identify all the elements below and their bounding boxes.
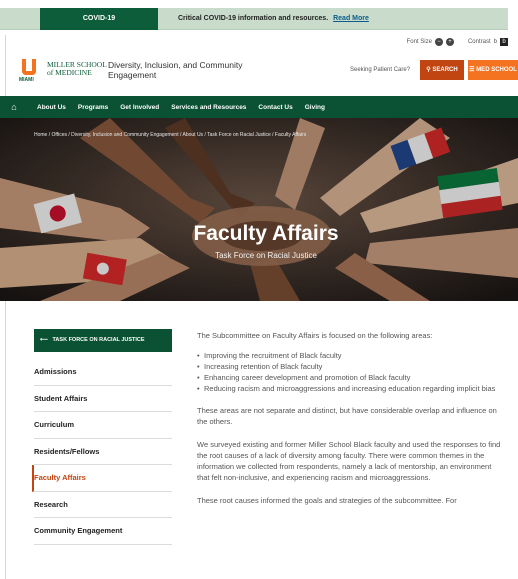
- med-school-label: MED SCHOOL: [476, 67, 517, 73]
- contrast-light-icon[interactable]: b: [494, 39, 497, 45]
- survey-paragraph: We surveyed existing and former Miller S…: [197, 440, 501, 482]
- intro-paragraph: The Subcommittee on Faculty Affairs is f…: [197, 331, 433, 340]
- search-icon: ⚲: [426, 67, 431, 73]
- page-title: Faculty Affairs: [193, 222, 339, 245]
- nav-item-programs[interactable]: Programs: [78, 104, 108, 111]
- logo-line2: of MEDICINE: [47, 68, 92, 77]
- font-increase-icon[interactable]: +: [445, 38, 454, 46]
- sidebar-item-research[interactable]: Research: [34, 492, 172, 518]
- nav-item-giving[interactable]: Giving: [305, 104, 325, 111]
- site-name-line2: Engagement: [108, 70, 157, 80]
- list-item: Enhancing career development and promoti…: [197, 372, 502, 383]
- home-icon[interactable]: ⌂: [3, 96, 25, 118]
- hero-banner: Home / Offices / Diversity, Inclusion an…: [0, 118, 518, 301]
- hands-flags-image: [0, 118, 518, 301]
- overlap-paragraph: These areas are not separate and distinc…: [197, 406, 497, 426]
- sidebar-item-residents-fellows[interactable]: Residents/Fellows: [34, 439, 172, 465]
- alert-banner: COVID-19 Critical COVID-19 information a…: [0, 8, 508, 30]
- nav-item-contact-us[interactable]: Contact Us: [258, 104, 292, 111]
- contrast-label: Contrast: [467, 39, 491, 45]
- main-nav: ⌂ About Us Programs Get Involved Service…: [0, 96, 518, 118]
- sidebar-header-label: TASK FORCE ON RACIAL JUSTICE: [52, 337, 145, 343]
- page-subtitle: Task Force on Racial Justice: [215, 251, 317, 260]
- sidebar-item-community-engagement[interactable]: Community Engagement: [34, 518, 172, 545]
- focus-areas-list: Improving the recruitment of Black facul…: [197, 350, 502, 394]
- site-name-line1: Diversity, Inclusion, and Community: [108, 60, 243, 70]
- font-decrease-icon[interactable]: −: [434, 38, 443, 46]
- font-size-label: Font Size: [406, 39, 432, 45]
- um-logo-icon[interactable]: [22, 59, 36, 75]
- list-item: Improving the recruitment of Black facul…: [197, 350, 502, 361]
- breadcrumb[interactable]: Home / Offices / Diversity, Inclusion an…: [34, 132, 306, 138]
- logo-miami-text: MIAMI: [19, 77, 34, 83]
- miller-school-logo[interactable]: MILLER SCHOOL of MEDICINE: [47, 61, 107, 77]
- alert-text: Critical COVID-19 information and resour…: [178, 15, 329, 22]
- sidebar-item-student-affairs[interactable]: Student Affairs: [34, 386, 172, 412]
- root-causes-paragraph: These root causes informed the goals and…: [197, 496, 457, 505]
- utility-bar: Font Size − + Contrast b b: [407, 38, 508, 46]
- menu-icon: ☰: [469, 67, 475, 73]
- sidebar-item-faculty-affairs[interactable]: Faculty Affairs: [32, 465, 172, 492]
- search-label: SEARCH: [432, 67, 458, 73]
- list-item: Reducing racism and microaggressions and…: [197, 383, 502, 394]
- arrow-left-icon: ⟵: [40, 337, 51, 343]
- nav-item-services-resources[interactable]: Services and Resources: [171, 104, 246, 111]
- branding-bar: MIAMI MILLER SCHOOL of MEDICINE Diversit…: [6, 55, 518, 91]
- sidebar: ⟵ TASK FORCE ON RACIAL JUSTICE Admission…: [32, 329, 172, 545]
- site-name[interactable]: Diversity, Inclusion, and Community Enga…: [108, 60, 268, 80]
- seeking-care-link[interactable]: Seeking Patient Care?: [350, 67, 410, 73]
- alert-bar: COVID-19 Critical COVID-19 information a…: [0, 0, 518, 35]
- sidebar-item-curriculum[interactable]: Curriculum: [34, 412, 172, 439]
- contrast-dark-icon[interactable]: b: [500, 38, 508, 46]
- covid-tag: COVID-19: [40, 8, 158, 30]
- sidebar-back-button[interactable]: ⟵ TASK FORCE ON RACIAL JUSTICE: [34, 329, 172, 352]
- nav-item-get-involved[interactable]: Get Involved: [120, 104, 159, 111]
- main-content: The Subcommittee on Faculty Affairs is f…: [197, 330, 502, 518]
- sidebar-item-admissions[interactable]: Admissions: [34, 359, 172, 386]
- med-school-button[interactable]: ☰ MED SCHOOL: [468, 60, 518, 80]
- list-item: Increasing retention of Black faculty: [197, 361, 502, 372]
- read-more-link[interactable]: Read More: [333, 15, 369, 22]
- nav-item-about-us[interactable]: About Us: [37, 104, 66, 111]
- search-button[interactable]: ⚲ SEARCH: [420, 60, 464, 80]
- alert-message: Critical COVID-19 information and resour…: [178, 8, 369, 30]
